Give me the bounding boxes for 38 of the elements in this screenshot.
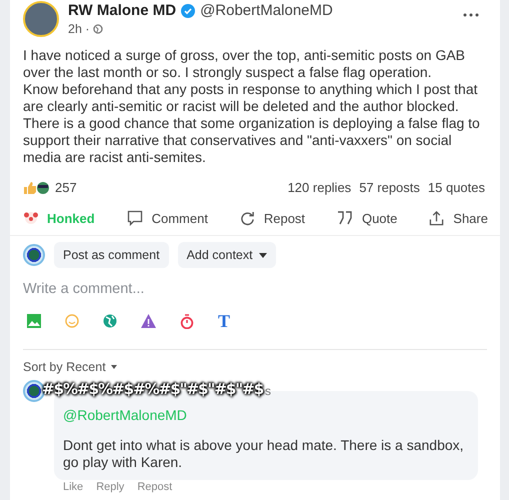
post-as-button[interactable]: Post as comment	[54, 242, 169, 268]
clown-icon	[24, 211, 38, 225]
sort-dropdown[interactable]: Sort by Recent	[23, 360, 117, 374]
action-button[interactable]: Repost	[238, 207, 308, 229]
post-text: I have noticed a surge of gross, over the top, anti-semitic posts on GAB over the last month or so. I strongly suspect a false flag operation.	[23, 47, 466, 81]
action-button[interactable]: Share	[427, 207, 490, 229]
comment-action[interactable]: Repost	[137, 481, 172, 493]
post-text: There is a good chance that some organization is deploying a false flag to support their narrative that conservatives and "anti-vaxxers" on social media are racist anti-semites.	[23, 115, 481, 166]
reaction-count[interactable]: 257	[55, 180, 77, 195]
comment-action[interactable]: Reply	[96, 481, 124, 493]
more-icon[interactable]	[463, 13, 479, 17]
repost-icon	[240, 210, 255, 226]
action-button[interactable]: Comment	[124, 207, 210, 229]
comment-action[interactable]: Like	[63, 481, 84, 493]
overlay-text: #$%#$%#$#%#$"#$"#$"#$	[42, 380, 264, 398]
post-time: 2h ·	[68, 22, 90, 36]
warning-icon[interactable]	[141, 314, 156, 328]
comment-icon	[126, 210, 143, 226]
post-text: Know beforehand that any posts in response to anything which I post that are clearly anti-semitic or racist will be deleted and the author blocked.	[23, 81, 479, 115]
caret-icon	[110, 365, 117, 369]
add-context-dropdown[interactable]: Add context	[178, 242, 276, 268]
author-name[interactable]: RW Malone MD	[68, 2, 176, 19]
action-button[interactable]: Quote	[334, 207, 400, 229]
avatar[interactable]	[23, 1, 59, 37]
text-format-button[interactable]: T	[218, 312, 230, 330]
reaction-icons	[23, 180, 51, 194]
caret-icon	[258, 252, 267, 258]
share-icon	[429, 210, 444, 226]
user-avatar	[23, 244, 45, 266]
author-handle[interactable]: @RobertMaloneMD	[200, 2, 333, 19]
comment-text: Dont get into what is above your head mate. There is a sandbox, go play with Karen.	[63, 437, 465, 471]
stat-link[interactable]: 120 replies	[288, 180, 352, 195]
timer-icon[interactable]	[180, 314, 194, 328]
stat-link[interactable]: 15 quotes	[428, 180, 485, 195]
stat-link[interactable]: 57 reposts	[359, 180, 420, 195]
comment-meta: s	[265, 384, 271, 398]
image-icon[interactable]	[27, 314, 41, 328]
quote-icon	[336, 211, 353, 225]
